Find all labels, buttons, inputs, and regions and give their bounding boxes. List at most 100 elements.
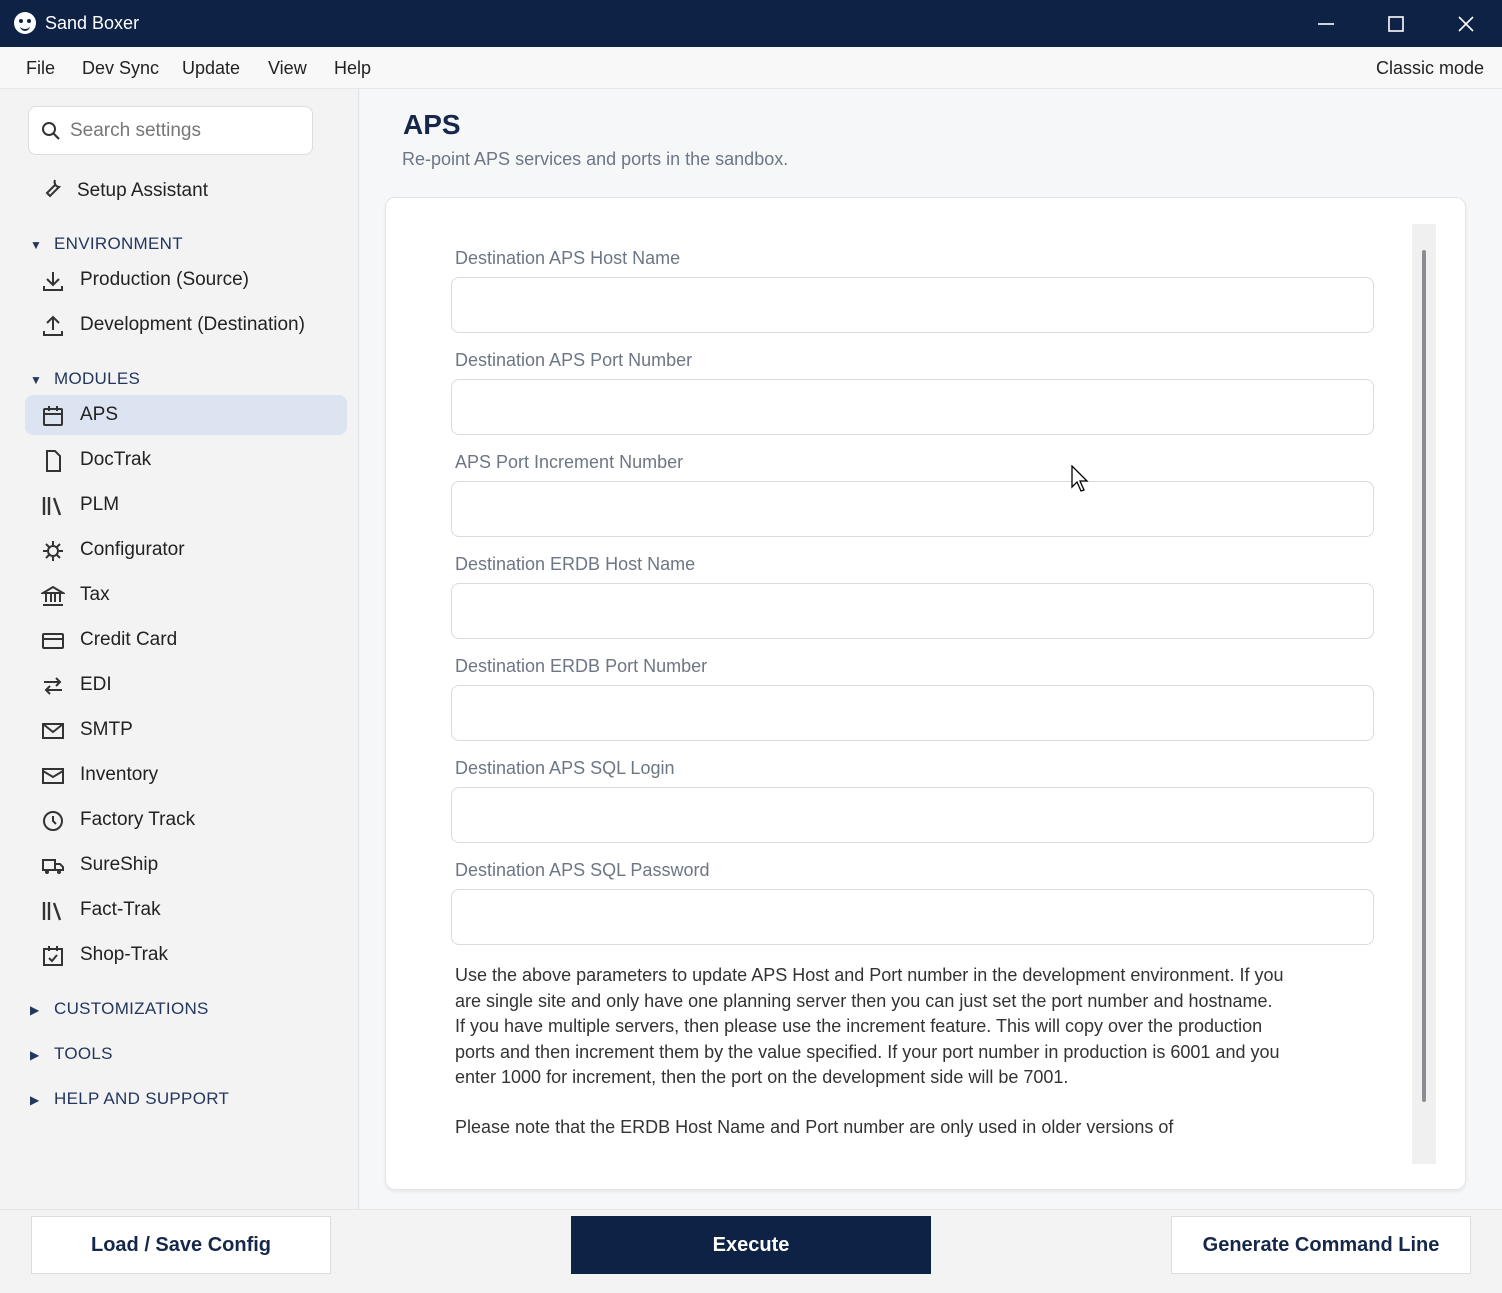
- help-paragraph: Use the above parameters to update APS H…: [455, 965, 1284, 1087]
- library-icon: [42, 497, 62, 516]
- title-bar: Sand Boxer: [0, 0, 1502, 47]
- section-tools[interactable]: ▶ TOOLS: [30, 1044, 113, 1064]
- menu-update[interactable]: Update: [182, 58, 240, 79]
- field-label-erdb-host: Destination ERDB Host Name: [455, 554, 696, 574]
- mail-icon: [42, 723, 64, 739]
- sql-password-input[interactable]: [451, 889, 1374, 945]
- close-button[interactable]: [1431, 0, 1501, 47]
- erdb-port-number-input[interactable]: [451, 685, 1374, 741]
- execute-button[interactable]: Execute: [571, 1216, 931, 1274]
- classic-mode-link[interactable]: Classic mode: [1376, 58, 1484, 79]
- aps-port-number-input[interactable]: [451, 379, 1374, 435]
- search-placeholder: Search settings: [70, 120, 201, 141]
- search-icon: [42, 122, 60, 140]
- section-customizations[interactable]: ▶ CUSTOMIZATIONS: [30, 999, 209, 1019]
- chevron-right-icon: ▶: [30, 1003, 40, 1017]
- generate-command-line-button[interactable]: Generate Command Line: [1171, 1216, 1471, 1274]
- sidebar-item-fact-trak[interactable]: Fact-Trak: [25, 890, 347, 930]
- sidebar-item-label: SMTP: [80, 719, 133, 740]
- chevron-right-icon: ▶: [30, 1048, 40, 1062]
- sidebar-item-label: Production (Source): [80, 269, 249, 290]
- main-content: APS Re-point APS services and ports in t…: [360, 89, 1502, 1209]
- wrench-icon: [45, 179, 62, 198]
- chevron-down-icon: ▼: [30, 373, 43, 387]
- field-label-aps-host: Destination APS Host Name: [455, 248, 681, 268]
- sql-login-input[interactable]: [451, 787, 1374, 843]
- sidebar-item-doctrak[interactable]: DocTrak: [25, 440, 347, 480]
- sidebar-item-label: EDI: [80, 674, 112, 695]
- sidebar-item-label: Credit Card: [80, 629, 178, 650]
- sidebar-item-aps[interactable]: APS: [25, 395, 347, 435]
- sidebar-item-label: Inventory: [80, 764, 159, 785]
- field-label-sql-password: Destination APS SQL Password: [455, 860, 710, 880]
- sidebar-item-label: Fact-Trak: [80, 899, 161, 920]
- download-icon: [43, 272, 63, 291]
- app-logo-icon: [14, 12, 36, 34]
- sidebar-item-label: Configurator: [80, 539, 185, 560]
- sidebar-item-production-source[interactable]: Production (Source): [25, 260, 347, 300]
- field-label-erdb-port: Destination ERDB Port Number: [455, 656, 708, 676]
- erdb-host-name-input[interactable]: [451, 583, 1374, 639]
- sidebar: Search settings Setup Assistant ▼ ENVIRON…: [0, 89, 359, 1209]
- settings-card: Destination APS Host Name Destination AP…: [385, 197, 1466, 1190]
- field-label-aps-port: Destination APS Port Number: [455, 350, 693, 370]
- aps-host-name-input[interactable]: [451, 277, 1374, 333]
- sidebar-item-sureship[interactable]: SureShip: [25, 845, 347, 885]
- bank-icon: [41, 585, 65, 606]
- sidebar-item-configurator[interactable]: Configurator: [25, 530, 347, 570]
- sidebar-item-shop-trak[interactable]: Shop-Trak: [25, 935, 347, 975]
- sidebar-item-edi[interactable]: EDI: [25, 665, 347, 705]
- field-label-sql-login: Destination APS SQL Login: [455, 758, 675, 778]
- maximize-icon: [1388, 15, 1404, 32]
- sidebar-item-label: Shop-Trak: [80, 944, 168, 965]
- sidebar-item-label: Factory Track: [80, 809, 196, 830]
- section-modules[interactable]: ▼ MODULES: [30, 369, 140, 389]
- load-save-config-button[interactable]: Load / Save Config: [31, 1216, 331, 1274]
- search-input[interactable]: Search settings: [28, 106, 313, 155]
- sidebar-item-setup-assistant[interactable]: Setup Assistant: [25, 170, 347, 210]
- menu-file[interactable]: File: [26, 58, 55, 79]
- sidebar-item-inventory[interactable]: Inventory: [25, 755, 347, 795]
- sidebar-item-development-destination[interactable]: Development (Destination): [25, 305, 347, 345]
- help-paragraph: Please note that the ERDB Host Name and …: [455, 1116, 1174, 1137]
- page-title: APS: [403, 109, 461, 140]
- sidebar-item-label: Development (Destination): [80, 314, 305, 335]
- maximize-button[interactable]: [1361, 0, 1431, 47]
- sidebar-item-label: APS: [80, 404, 119, 425]
- settings-scroll-area: Destination APS Host Name Destination AP…: [386, 198, 1406, 1164]
- sidebar-item-label: Tax: [80, 584, 110, 605]
- file-icon: [46, 450, 61, 472]
- menu-dev-sync[interactable]: Dev Sync: [82, 58, 159, 79]
- footer-bar: Load / Save Config Execute Generate Comm…: [0, 1209, 1502, 1293]
- sidebar-item-credit-card[interactable]: Credit Card: [25, 620, 347, 660]
- menu-view[interactable]: View: [268, 58, 307, 79]
- calendar-icon: [43, 406, 63, 426]
- menu-help[interactable]: Help: [334, 58, 371, 79]
- library-icon: [42, 902, 62, 921]
- sidebar-item-label: Setup Assistant: [77, 180, 208, 201]
- chevron-right-icon: ▶: [30, 1093, 40, 1107]
- page-subtitle: Re-point APS services and ports in the s…: [402, 149, 789, 169]
- credit-card-icon: [42, 633, 64, 649]
- aps-port-increment-input[interactable]: [451, 481, 1374, 537]
- section-help-and-support[interactable]: ▶ HELP AND SUPPORT: [30, 1089, 229, 1109]
- chevron-down-icon: ▼: [30, 238, 43, 252]
- gear-icon: [43, 541, 63, 561]
- mouse-cursor-icon: [1071, 465, 1089, 492]
- scrollbar-thumb[interactable]: [1422, 250, 1426, 1102]
- window-title: Sand Boxer: [45, 13, 140, 33]
- swap-icon: [44, 677, 62, 695]
- calendar-check-icon: [43, 946, 63, 966]
- section-environment[interactable]: ▼ ENVIRONMENT: [30, 234, 183, 254]
- sidebar-item-tax[interactable]: Tax: [25, 575, 347, 615]
- menu-bar: File Dev Sync Update View Help Classic m…: [0, 47, 1502, 89]
- minimize-button[interactable]: [1291, 0, 1361, 47]
- sidebar-item-label: PLM: [80, 494, 120, 515]
- sidebar-item-label: SureShip: [80, 854, 159, 875]
- sidebar-item-plm[interactable]: PLM: [25, 485, 347, 525]
- upload-icon: [43, 315, 63, 336]
- truck-icon: [42, 859, 64, 874]
- sidebar-item-smtp[interactable]: SMTP: [25, 710, 347, 750]
- sidebar-item-factory-track[interactable]: Factory Track: [25, 800, 347, 840]
- sidebar-item-label: DocTrak: [80, 449, 152, 470]
